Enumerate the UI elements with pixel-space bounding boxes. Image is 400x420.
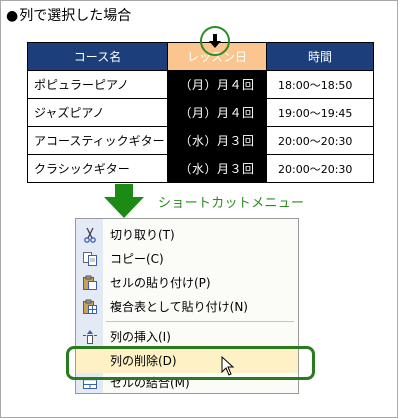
- menu-item-label: 切り取り(T): [110, 228, 175, 242]
- cell-lesson-selected[interactable]: （水）月３回: [167, 126, 267, 155]
- table-row: ジャズピアノ （月）月４回 19:00～19:45: [27, 98, 374, 127]
- scissors-icon: [84, 227, 96, 243]
- table-row: クラシックギター （水）月３回 20:00～20:30: [27, 154, 374, 183]
- copy-icon: [83, 252, 97, 266]
- insert-column-icon: [83, 330, 97, 344]
- menu-item-paste-nested-table[interactable]: 複合表として貼り付け(N): [76, 295, 298, 319]
- shortcut-menu-caption: ショートカットメニュー: [158, 196, 305, 211]
- menu-item-copy[interactable]: コピー(C): [76, 247, 298, 271]
- cell-time[interactable]: 18:00～18:50: [266, 70, 374, 99]
- highlight-ring: [66, 346, 315, 380]
- down-arrow-icon: [104, 184, 144, 218]
- mouse-pointer-icon: [221, 356, 235, 376]
- section-heading: ●列で選択した場合: [6, 7, 131, 25]
- menu-item-cut[interactable]: 切り取り(T): [76, 223, 298, 247]
- cell-time[interactable]: 19:00～19:45: [266, 98, 374, 127]
- cell-lesson-selected[interactable]: （水）月３回: [167, 154, 267, 183]
- cell-time[interactable]: 20:00～20:30: [266, 154, 374, 183]
- menu-separator: [106, 321, 294, 322]
- cell-course[interactable]: アコースティックギター: [27, 126, 168, 155]
- table-row: アコースティックギター （水）月３回 20:00～20:30: [27, 126, 374, 155]
- lesson-table: コース名 レッスン日 時間 ポピュラーピアノ （月）月４回 18:00～18:5…: [27, 42, 374, 183]
- heading-text: 列で選択した場合: [19, 8, 132, 24]
- menu-item-paste-cells[interactable]: セルの貼り付け(P): [76, 271, 298, 295]
- paste-icon: [83, 275, 97, 290]
- header-time[interactable]: 時間: [266, 42, 374, 71]
- cell-course[interactable]: ジャズピアノ: [27, 98, 168, 127]
- menu-item-label: 列の挿入(I): [110, 330, 171, 344]
- column-select-arrow-icon: [209, 34, 221, 48]
- table-row: ポピュラーピアノ （月）月４回 18:00～18:50: [27, 70, 374, 99]
- menu-item-label: 複合表として貼り付け(N): [110, 300, 248, 314]
- header-course[interactable]: コース名: [27, 42, 168, 71]
- cell-time[interactable]: 20:00～20:30: [266, 126, 374, 155]
- cell-lesson-selected[interactable]: （月）月４回: [167, 98, 267, 127]
- menu-item-label: セルの貼り付け(P): [110, 276, 211, 290]
- paste-nested-icon: [83, 299, 97, 314]
- cell-course[interactable]: クラシックギター: [27, 154, 168, 183]
- cell-lesson-selected[interactable]: （月）月４回: [167, 70, 267, 99]
- heading-bullet: ●: [6, 8, 19, 24]
- cell-course[interactable]: ポピュラーピアノ: [27, 70, 168, 99]
- menu-item-label: コピー(C): [110, 252, 164, 266]
